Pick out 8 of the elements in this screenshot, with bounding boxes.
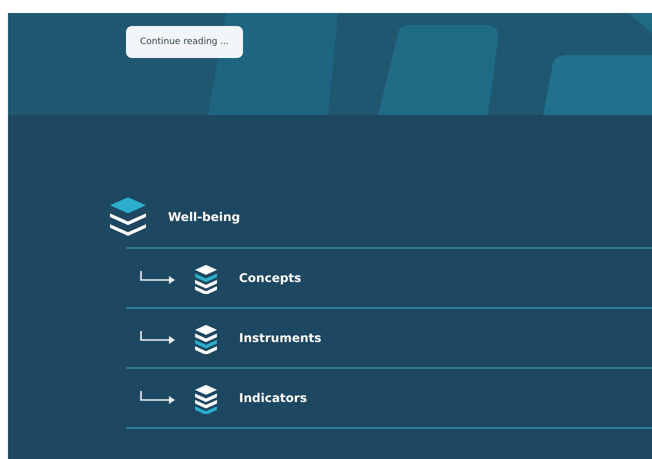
subtopic-link[interactable]: Indicators — [239, 391, 307, 405]
subtopic-link[interactable]: Instruments — [239, 331, 322, 345]
topic-title: Well-being — [168, 210, 240, 224]
arrow-icon — [140, 271, 176, 285]
arrow-icon — [140, 391, 176, 405]
continue-reading-button[interactable]: Continue reading ... — [126, 26, 243, 58]
subtopic-link[interactable]: Concepts — [239, 271, 302, 285]
arrow-icon — [140, 331, 176, 345]
